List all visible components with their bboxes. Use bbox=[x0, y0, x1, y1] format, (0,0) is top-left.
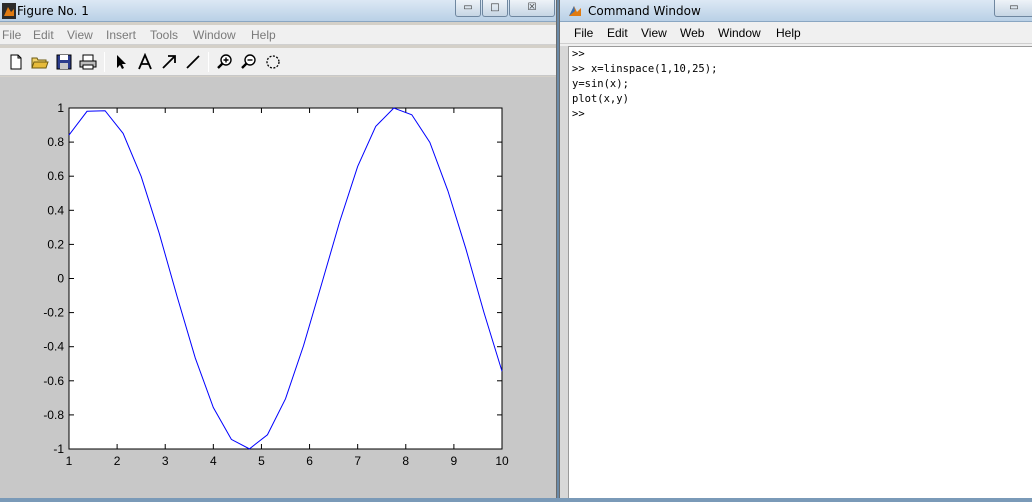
menu-view[interactable]: View bbox=[641, 26, 667, 40]
command-line: >> bbox=[572, 48, 585, 60]
minimize-button[interactable]: ▭ bbox=[455, 0, 481, 17]
toolbar-separator bbox=[104, 52, 105, 72]
menu-help[interactable]: Help bbox=[251, 28, 276, 42]
close-button[interactable]: ☒ bbox=[509, 0, 555, 17]
menu-window[interactable]: Window bbox=[718, 26, 761, 40]
zoom-out-icon[interactable] bbox=[240, 53, 258, 71]
y-tick-label: 0 bbox=[57, 272, 64, 286]
figure-toolbar bbox=[0, 48, 556, 76]
x-tick-label: 3 bbox=[162, 454, 169, 468]
command-line: plot(x,y) bbox=[572, 93, 629, 105]
command-prompt[interactable]: >> bbox=[569, 107, 1032, 122]
y-tick-label: -0.4 bbox=[43, 340, 64, 354]
open-folder-icon[interactable] bbox=[31, 53, 49, 71]
figure-window: Figure No. 1 ▭ □ ☒ File Edit View Insert… bbox=[0, 0, 557, 498]
zoom-in-icon[interactable] bbox=[216, 53, 234, 71]
taskbar-edge bbox=[0, 498, 1032, 502]
menu-window[interactable]: Window bbox=[193, 28, 236, 42]
select-arrow-icon[interactable] bbox=[112, 53, 130, 71]
matlab-logo-icon bbox=[2, 3, 16, 19]
figure-plot-area: 1 2 3 4 5 6 7 8 9 10 1 0.8 0.6 0.4 0.2 0 -0.2 -0.4 -0.6 -0.… bbox=[0, 77, 557, 498]
menu-insert[interactable]: Insert bbox=[106, 28, 136, 42]
print-icon[interactable] bbox=[79, 53, 97, 71]
x-tick-label: 10 bbox=[495, 454, 509, 468]
command-line: >> x=linspace(1,10,25); bbox=[572, 63, 718, 75]
y-tick-label: -0.2 bbox=[43, 306, 64, 320]
menu-edit[interactable]: Edit bbox=[607, 26, 628, 40]
menu-edit[interactable]: Edit bbox=[33, 28, 54, 42]
arrow-icon[interactable] bbox=[160, 53, 178, 71]
command-window-title: Command Window bbox=[588, 4, 701, 18]
x-tick-label: 8 bbox=[402, 454, 409, 468]
command-titlebar[interactable]: Command Window ▭ bbox=[560, 0, 1032, 22]
minimize-button[interactable]: ▭ bbox=[994, 0, 1032, 17]
x-tick-label: 9 bbox=[451, 454, 458, 468]
x-tick-label: 7 bbox=[354, 454, 361, 468]
menu-file[interactable]: File bbox=[574, 26, 593, 40]
figure-title: Figure No. 1 bbox=[17, 4, 89, 18]
command-line: y=sin(x); bbox=[572, 78, 629, 90]
x-tick-label: 2 bbox=[114, 454, 121, 468]
y-tick-label: 1 bbox=[57, 101, 64, 115]
x-tick-label: 1 bbox=[66, 454, 73, 468]
toolbar-separator bbox=[208, 52, 209, 72]
y-tick-label: 0.2 bbox=[47, 237, 64, 251]
y-tick-label: -0.8 bbox=[43, 408, 64, 422]
menu-tools[interactable]: Tools bbox=[150, 28, 178, 42]
y-tick-label: -0.6 bbox=[43, 374, 64, 388]
rotate-icon[interactable] bbox=[264, 53, 282, 71]
line-icon[interactable] bbox=[184, 53, 202, 71]
text-icon[interactable] bbox=[136, 53, 154, 71]
x-tick-label: 6 bbox=[306, 454, 313, 468]
save-icon[interactable] bbox=[55, 53, 73, 71]
y-tick-label: -1 bbox=[53, 442, 64, 456]
new-file-icon[interactable] bbox=[7, 53, 25, 71]
menu-help[interactable]: Help bbox=[776, 26, 801, 40]
y-tick-label: 0.6 bbox=[47, 169, 64, 183]
maximize-button[interactable]: □ bbox=[482, 0, 508, 17]
y-tick-label: 0.8 bbox=[47, 135, 64, 149]
command-console[interactable]: >> >> x=linspace(1,10,25); y=sin(x); plo… bbox=[568, 46, 1032, 498]
command-scrollbar[interactable] bbox=[560, 46, 568, 498]
menu-view[interactable]: View bbox=[67, 28, 93, 42]
line-chart[interactable]: 1 2 3 4 5 6 7 8 9 10 1 0.8 0.6 0.4 0.2 0 -0.2 -0.4 -0.6 -0.… bbox=[0, 77, 557, 498]
y-tick-label: 0.4 bbox=[47, 203, 64, 217]
figure-menubar: File Edit View Insert Tools Window Help bbox=[0, 25, 556, 45]
menu-file[interactable]: File bbox=[2, 28, 21, 42]
figure-titlebar[interactable]: Figure No. 1 ▭ □ ☒ bbox=[0, 0, 556, 22]
command-window: Command Window ▭ File Edit View Web Wind… bbox=[559, 0, 1032, 498]
matlab-logo-icon bbox=[569, 6, 581, 16]
x-tick-label: 5 bbox=[258, 454, 265, 468]
x-tick-label: 4 bbox=[210, 454, 217, 468]
command-menubar: File Edit View Web Window Help bbox=[560, 23, 1032, 44]
menu-web[interactable]: Web bbox=[680, 26, 704, 40]
